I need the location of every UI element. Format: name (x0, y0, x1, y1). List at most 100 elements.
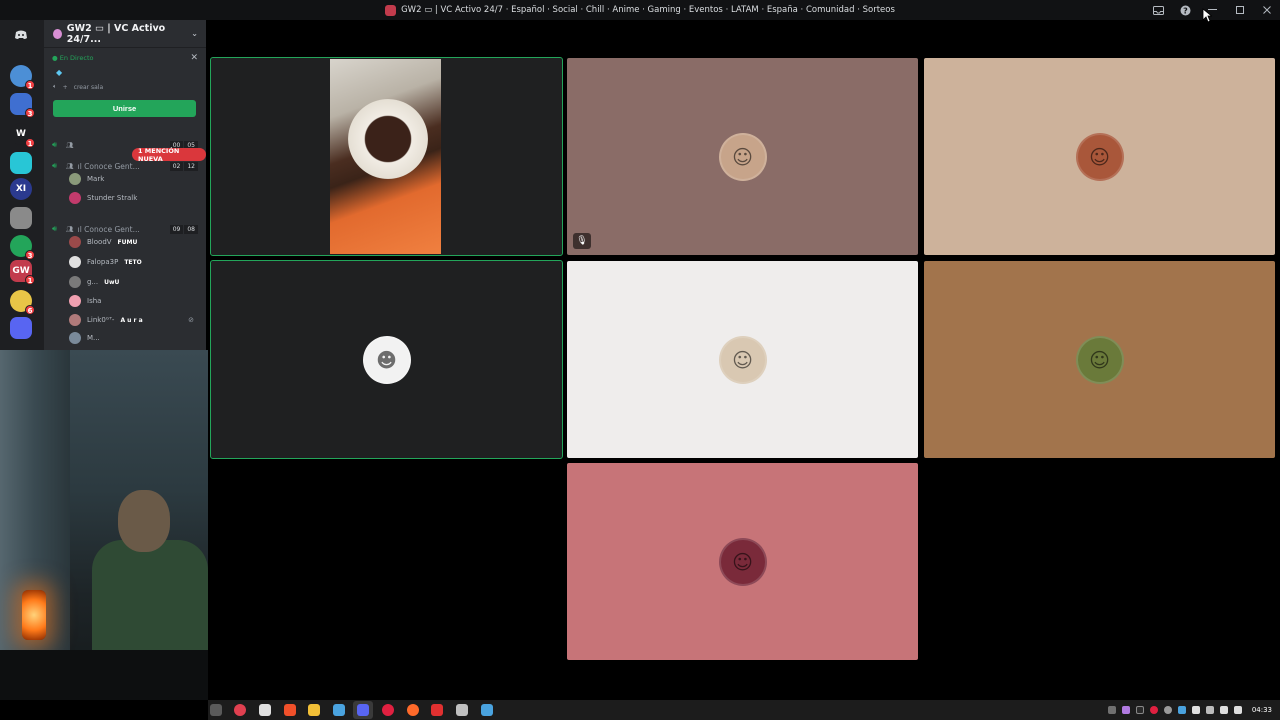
network-icon[interactable] (1107, 706, 1116, 714)
volume-icon[interactable] (1219, 706, 1228, 714)
discord-tray-icon[interactable] (1177, 706, 1186, 714)
deafened-icon: ⊘ (188, 316, 194, 324)
server-icon[interactable]: GW 1 (10, 260, 35, 285)
server-header[interactable]: GW2 ▭ | VC Activo 24/7... ⌄ (44, 20, 206, 48)
maximize-icon[interactable] (1226, 0, 1253, 20)
server-icon[interactable]: 6 (10, 290, 35, 315)
taskbar-app-icon[interactable] (333, 704, 345, 716)
help-icon[interactable]: ? (1172, 0, 1199, 20)
close-icon[interactable]: ✕ (190, 53, 198, 63)
group-icon: 👥︎ (66, 225, 74, 233)
taskbar-app-icon[interactable] (407, 704, 419, 716)
server-icon[interactable]: 3 (10, 235, 35, 260)
member-name: Stunder Stralk (87, 194, 138, 202)
unread-badge: 1 (25, 80, 35, 90)
participant-avatar: ☻ (362, 335, 411, 384)
video-tile[interactable]: ☺ (567, 261, 918, 458)
member-name: Falopa3P (87, 258, 119, 266)
inbox-icon[interactable] (1145, 0, 1172, 20)
participant-avatar: ☺ (718, 132, 767, 181)
unread-badge: 1 (25, 275, 35, 285)
video-tile-stream[interactable] (210, 57, 563, 256)
server-icon[interactable]: XI (10, 178, 32, 200)
taskbar-app-icon[interactable] (431, 704, 443, 716)
server-icon[interactable] (10, 317, 32, 339)
live-label: En Directo (59, 54, 94, 62)
voice-member[interactable]: BloodV FUMU (69, 235, 194, 249)
server-logo-icon (385, 4, 397, 16)
video-tile[interactable]: ☻ (210, 260, 563, 459)
chevron-down-icon: ⌄ (191, 29, 198, 38)
taskbar-app-icon[interactable] (382, 704, 394, 716)
avatar (69, 295, 81, 307)
server-icon (53, 28, 62, 39)
window-controls: ? (1145, 0, 1280, 20)
taskbar-app-icon[interactable] (308, 704, 320, 716)
taskbar-app-icon[interactable] (210, 704, 222, 716)
voice-member[interactable]: Stunder Stralk (69, 191, 194, 205)
avatar-glyph: ☺ (732, 549, 753, 574)
create-room-row[interactable]: 🔈︎ + crear sala (53, 83, 103, 91)
server-icon[interactable]: 1 (10, 65, 35, 90)
video-tile[interactable]: ☺ (567, 463, 918, 660)
server-name: GW2 ▭ | VC Activo 24/7... (66, 22, 166, 45)
voice-channel-name: ıl Conoce Gent... (77, 161, 140, 171)
system-tray: 04:33 (1107, 700, 1280, 720)
window-title: GW2 ▭ | VC Activo 24/7 · Español · Socia… (401, 5, 895, 15)
count-value: 09 (169, 224, 184, 234)
video-tile[interactable]: ☺ 🎙︎ (567, 58, 918, 255)
wifi-icon[interactable] (1233, 706, 1242, 714)
stream-cup (348, 99, 428, 179)
voice-member[interactable]: Mark (69, 172, 194, 186)
taskbar-app-icon[interactable] (259, 704, 271, 716)
join-button[interactable]: Unirse (53, 100, 196, 117)
speaker-icon: 🔈︎ (53, 83, 57, 90)
voice-channel[interactable]: 🔊︎ 👥︎ ıl Conoce Gent... 09 08 (52, 222, 198, 236)
server-rail: 1 3 W 1 XI 3 GW 1 6 (0, 20, 44, 350)
create-room-label: crear sala (73, 83, 104, 91)
battery-icon[interactable] (1191, 706, 1200, 714)
tray-app-icon[interactable] (1135, 706, 1144, 714)
server-icon[interactable]: 3 (10, 93, 35, 118)
avatar-glyph: ☺ (732, 347, 753, 372)
pen-icon[interactable] (1121, 706, 1130, 714)
avatar-glyph: ☺ (1089, 144, 1110, 169)
close-icon[interactable] (1253, 0, 1280, 20)
mouse-cursor-icon (1202, 8, 1212, 23)
voice-member[interactable]: g... UwU (69, 275, 194, 289)
member-name: BloodV (87, 238, 112, 246)
taskbar-app-icon[interactable] (456, 704, 468, 716)
live-banner: ● En Directo ✕ (52, 52, 198, 64)
clock[interactable]: 04:33 (1252, 706, 1272, 714)
voice-member[interactable]: Falopa3P TETO (69, 255, 194, 269)
opera-icon[interactable] (1149, 706, 1158, 714)
webcam-desk (0, 650, 208, 700)
discord-home-icon[interactable] (10, 24, 32, 46)
server-icon[interactable] (10, 152, 32, 174)
new-mention-badge[interactable]: 1 MENCIÓN NUEVA (132, 147, 206, 163)
count-value: 02 (169, 161, 184, 171)
member-name: Isha (87, 297, 102, 305)
server-icon-label: XI (15, 184, 27, 194)
video-tile[interactable]: ☺ (924, 58, 1275, 255)
user-count: 02 12 (169, 161, 198, 171)
avatar-glyph: ☻ (376, 347, 397, 372)
taskbar-app-icon[interactable] (481, 704, 493, 716)
video-tile[interactable]: ☺ (924, 261, 1275, 458)
chevron-icon[interactable] (1205, 706, 1214, 714)
taskbar-app-icon[interactable] (284, 704, 296, 716)
voice-member[interactable]: Isha (69, 294, 194, 308)
member-tag: TETO (124, 258, 142, 266)
voice-member[interactable]: M... (69, 331, 194, 345)
steam-tray-icon[interactable] (1163, 706, 1172, 714)
taskbar-app-icon[interactable] (357, 704, 369, 716)
taskbar-app-icon[interactable] (234, 704, 246, 716)
member-name: Mark (87, 175, 105, 183)
server-icon[interactable] (10, 207, 32, 229)
member-tag: UwU (104, 278, 120, 286)
voice-channel-name: ıl Conoce Gent... (77, 224, 140, 234)
svg-text:?: ? (1183, 6, 1188, 15)
server-icon[interactable]: W1 (10, 123, 35, 148)
avatar (69, 276, 81, 288)
voice-member[interactable]: Link0ᴳᵀ- A u r a ⊘ (69, 313, 194, 327)
